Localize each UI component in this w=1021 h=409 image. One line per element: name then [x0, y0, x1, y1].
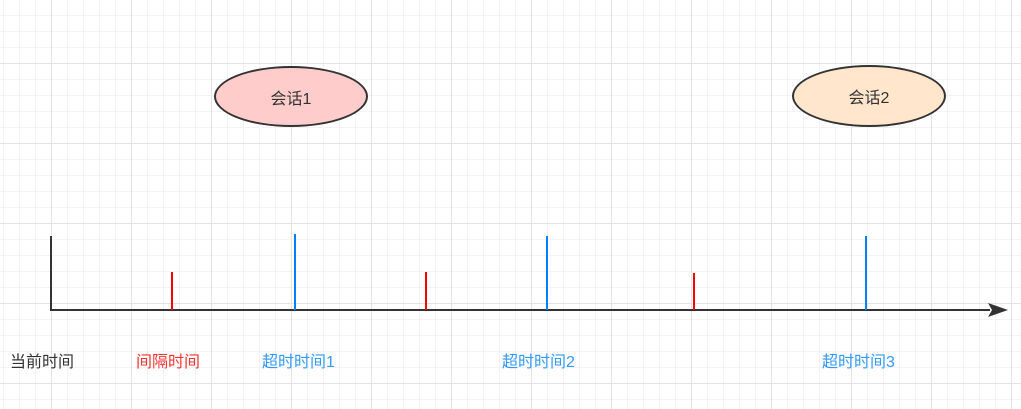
session-1-node: 会话1: [214, 66, 368, 127]
timeline-diagram: [50, 234, 1008, 317]
timeout-3-label: 超时时间3: [822, 354, 895, 371]
current-time-label: 当前时间: [10, 354, 75, 371]
session-1-label: 会话1: [270, 90, 312, 108]
session-2-label: 会话2: [848, 90, 890, 107]
timeout-2-label: 超时时间2: [502, 354, 575, 371]
session-2-node: 会话2: [792, 65, 946, 127]
interval-time-label: 间隔时间: [136, 354, 201, 371]
timeout-1-label: 超时时间1: [262, 354, 335, 371]
time-axis-arrowhead: [988, 303, 1008, 317]
